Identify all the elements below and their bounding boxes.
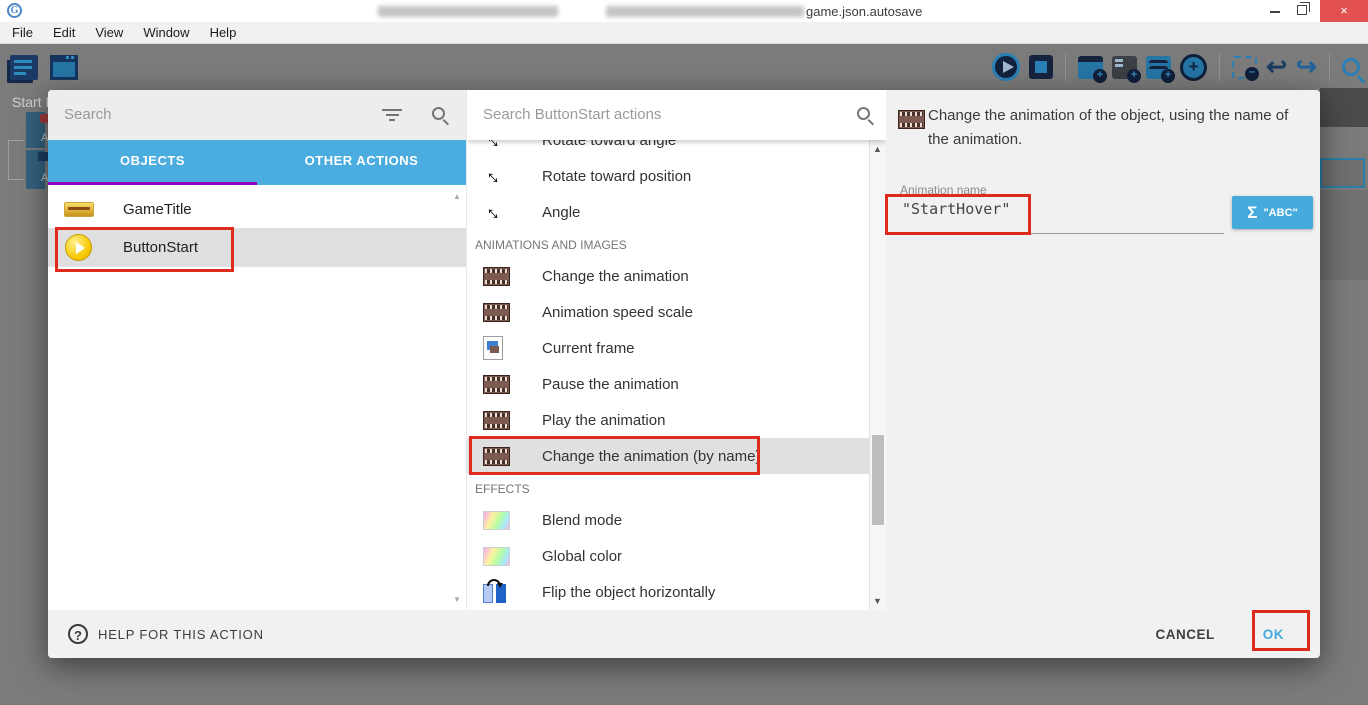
objects-search-bar[interactable]: Search [48,90,466,140]
objects-scrollbar[interactable]: ▲ ▼ [452,190,464,606]
add-comment-icon[interactable]: + [1146,56,1171,79]
play-icon[interactable] [992,53,1020,81]
scroll-down-icon[interactable]: ▼ [873,596,882,606]
menu-view[interactable]: View [85,22,133,43]
remove-event-icon[interactable]: – [1232,56,1257,79]
restore-button[interactable] [1297,5,1307,15]
action-editor-dialog: Search OBJECTS OTHER ACTIONS GameTitle [48,90,1320,658]
action-row[interactable]: Animation speed scale [467,294,869,330]
action-row[interactable]: Current frame [467,330,869,366]
game-title-thumbnail-icon [64,202,94,217]
search-icon [857,107,870,120]
action-description: Change the animation of the object, usin… [928,104,1306,152]
current-frame-icon [483,336,503,360]
menu-help[interactable]: Help [200,22,247,43]
cancel-button[interactable]: CANCEL [1156,627,1215,642]
minimize-button[interactable] [1270,11,1280,13]
flip-horizontal-icon [483,581,506,603]
actions-scrollbar[interactable]: ▲ ▼ [869,140,886,610]
action-row[interactable]: Blend mode [467,502,869,538]
gdevelop-logo-icon: G [7,3,22,18]
action-row[interactable]: ↔ Angle [467,194,869,230]
close-button[interactable]: × [1320,0,1368,22]
scroll-up-icon[interactable]: ▲ [453,192,461,201]
rotate-arrow-icon: ↔ [478,195,512,229]
menu-bar: File Edit View Window Help [0,22,1368,44]
film-strip-icon [898,110,925,129]
event-tree-line [8,140,24,180]
section-header: EFFECTS [467,474,869,502]
background-panel-fragment [1320,190,1368,280]
tab-objects[interactable]: OBJECTS [48,140,257,185]
window-title: game.json.autosave [806,4,922,19]
toolbar-divider [1219,53,1220,81]
menu-file[interactable]: File [2,22,43,43]
annotation-box-animation-name-value [885,194,1031,235]
actions-search-bar[interactable]: Search ButtonStart actions [467,90,886,140]
background-panel-fragment [1320,88,1368,127]
undo-icon[interactable]: ↩ [1266,53,1287,81]
event-icon [38,152,48,161]
menu-window[interactable]: Window [133,22,199,43]
actions-search-input[interactable]: Search ButtonStart actions [483,106,661,123]
scrollbar-thumb[interactable] [872,435,884,525]
scene-editor-icon[interactable] [50,55,78,80]
search-icon[interactable] [1342,58,1360,76]
scroll-down-icon[interactable]: ▼ [453,595,461,604]
color-gradient-icon [483,511,510,530]
action-row[interactable]: Pause the animation [467,366,869,402]
toolbar-divider [1329,53,1330,81]
redo-icon[interactable]: ↪ [1296,53,1317,81]
actions-list: ↔ Rotate toward angle ↔ Rotate toward po… [467,140,869,610]
action-row[interactable]: Change the animation [467,258,869,294]
rotate-arrow-icon: ↔ [478,140,512,157]
blurred-title-segment [606,6,804,17]
background-field-fragment [1320,158,1365,188]
expression-editor-button[interactable]: Σ "ABC" [1232,196,1313,229]
screen: G game.json.autosave × File Edit View Wi… [0,0,1368,705]
film-strip-icon [483,375,510,394]
annotation-box-ok-button [1252,610,1310,651]
add-circle-icon[interactable]: + [1180,54,1207,81]
sigma-icon: Σ [1247,203,1257,223]
action-row[interactable]: ↔ Rotate toward position [467,158,869,194]
color-gradient-icon [483,547,510,566]
action-row[interactable]: ↔ Rotate toward angle [467,140,869,158]
action-row[interactable]: Play the animation [467,402,869,438]
blurred-title-segment [378,6,558,17]
dialog-footer: ? HELP FOR THIS ACTION CANCEL OK [48,610,1320,658]
action-row[interactable]: Flip the object horizontally [467,574,869,610]
add-event-icon[interactable]: + [1078,56,1103,79]
parameters-panel: Change the animation of the object, usin… [886,90,1320,610]
annotation-box-change-animation-by-name [469,436,760,475]
events-sheet-icon[interactable] [10,55,38,80]
help-link[interactable]: ? HELP FOR THIS ACTION [68,624,264,644]
film-strip-icon [483,303,510,322]
action-row[interactable]: Global color [467,538,869,574]
film-strip-icon [483,267,510,286]
toolbar-divider [1065,53,1066,81]
rotate-arrow-icon: ↔ [478,159,512,193]
menu-edit[interactable]: Edit [43,22,85,43]
toolbar: + + + + – ↩ ↪ [0,44,1368,90]
objects-tab-bar: OBJECTS OTHER ACTIONS [48,140,466,185]
objects-search-input[interactable]: Search [64,106,112,123]
add-subevent-icon[interactable]: + [1112,56,1137,79]
section-header: ANIMATIONS AND IMAGES [467,230,869,258]
filter-icon[interactable] [382,109,402,124]
actions-panel: Search ButtonStart actions ↔ Rotate towa… [466,90,886,610]
object-row-gametitle[interactable]: GameTitle [48,190,466,228]
question-mark-icon: ? [68,624,88,644]
tab-other-actions[interactable]: OTHER ACTIONS [257,140,466,185]
search-icon [432,107,445,120]
film-strip-icon [483,411,510,430]
annotation-box-buttonstart [55,227,234,272]
scroll-up-icon[interactable]: ▲ [873,144,882,154]
objects-panel: Search OBJECTS OTHER ACTIONS GameTitle [48,90,466,610]
title-bar: G game.json.autosave × [0,0,1368,22]
debug-icon[interactable] [1029,55,1053,79]
